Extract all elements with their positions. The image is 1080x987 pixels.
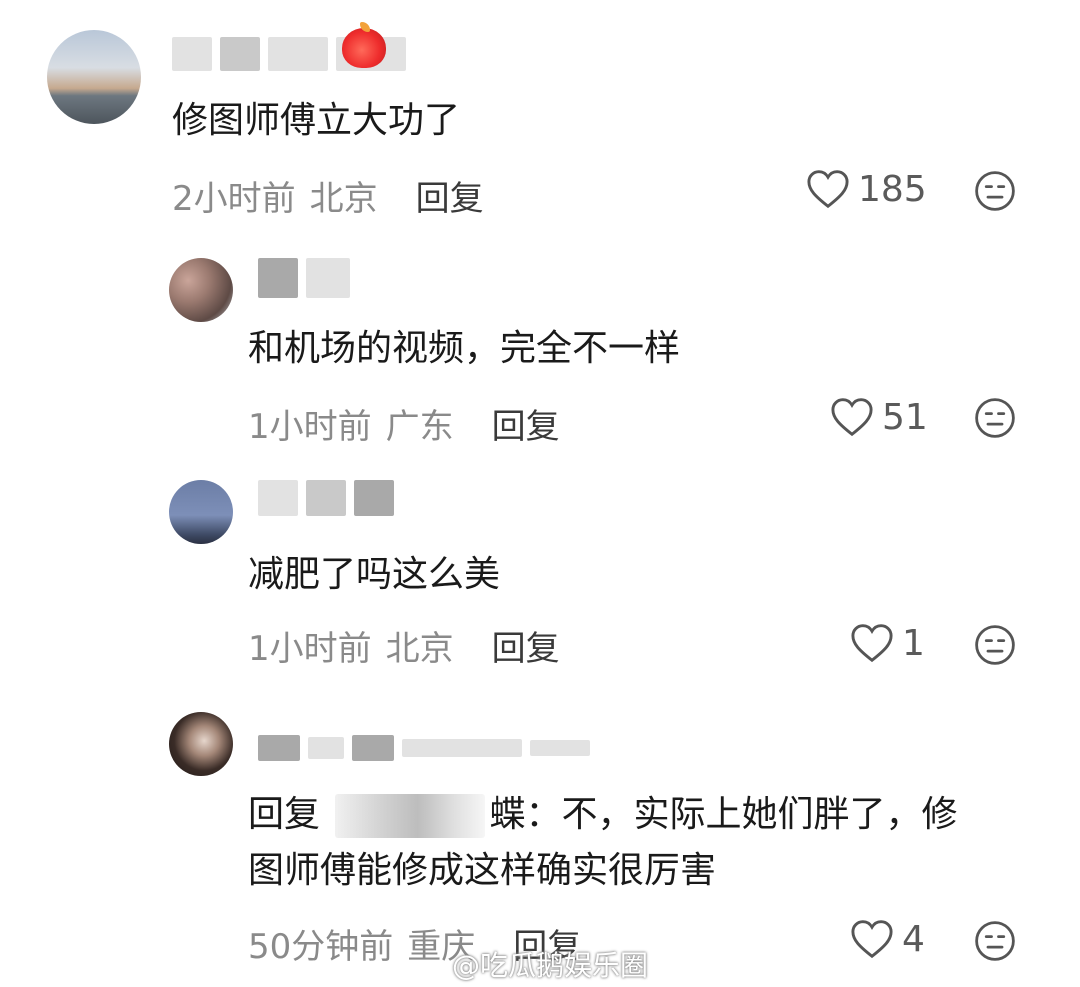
reply-button[interactable]: 回复 xyxy=(416,171,484,220)
heart-outline-icon xyxy=(831,398,873,437)
like-button[interactable]: 51 xyxy=(830,394,928,440)
comment-text: 修图师傅立大功了 xyxy=(172,100,461,141)
comment-text: 减肥了吗这么美 xyxy=(248,554,501,595)
comment-meta: 1小时前 广东 回复 xyxy=(248,399,560,448)
emoji-reaction-button[interactable] xyxy=(974,624,1016,666)
comment-time: 1小时前 xyxy=(248,406,372,447)
neutral-face-icon xyxy=(975,398,1015,438)
like-count: 4 xyxy=(902,918,925,960)
emoji-reaction-button[interactable] xyxy=(974,920,1016,962)
comment-meta: 2小时前 北京 回复 xyxy=(172,171,484,220)
like-button[interactable]: 1 xyxy=(850,620,925,666)
avatar[interactable] xyxy=(47,30,141,124)
comment-text: 和机场的视频，完全不一样 xyxy=(248,328,681,369)
comment-time: 2小时前 xyxy=(172,178,296,219)
watermark: @吃瓜鹅娱乐圈 xyxy=(452,949,649,982)
comment-text-line1: 回复 蝶：不，实际上她们胖了，修 xyxy=(248,788,958,842)
reply-button[interactable]: 回复 xyxy=(492,399,560,448)
neutral-face-icon xyxy=(975,921,1015,961)
neutral-face-icon xyxy=(975,625,1015,665)
reply-button[interactable]: 回复 xyxy=(492,621,560,670)
like-button[interactable]: 4 xyxy=(850,916,925,962)
mentioned-username-tail[interactable]: 蝶 xyxy=(489,794,525,835)
emoji-reaction-button[interactable] xyxy=(974,170,1016,212)
avatar[interactable] xyxy=(169,480,233,544)
level-badge-icon xyxy=(342,22,386,68)
comment-text: ：不，实际上她们胖了，修 xyxy=(525,794,958,835)
like-count: 185 xyxy=(858,168,927,210)
like-count: 51 xyxy=(882,396,928,438)
username-blurred[interactable] xyxy=(258,258,350,298)
heart-outline-icon xyxy=(851,624,893,663)
comment-location: 北京 xyxy=(309,178,378,219)
comment-location: 广东 xyxy=(385,406,454,447)
username-blurred[interactable] xyxy=(258,730,590,766)
comment-meta: 1小时前 北京 回复 xyxy=(248,621,560,670)
neutral-face-icon xyxy=(975,171,1015,211)
comment-text-line2: 图师傅能修成这样确实很厉害 xyxy=(248,850,717,891)
comment-location: 北京 xyxy=(385,628,454,669)
username-blurred[interactable] xyxy=(258,480,394,516)
comment-time: 1小时前 xyxy=(248,628,372,669)
like-count: 1 xyxy=(902,622,925,664)
avatar[interactable] xyxy=(169,258,233,322)
like-button[interactable]: 185 xyxy=(806,166,927,212)
heart-outline-icon xyxy=(807,170,849,209)
comment-time: 50分钟前 xyxy=(248,926,394,967)
reply-prefix: 回复 xyxy=(248,794,321,835)
emoji-reaction-button[interactable] xyxy=(974,397,1016,439)
mentioned-username-blurred[interactable] xyxy=(335,794,486,838)
avatar[interactable] xyxy=(169,712,233,776)
heart-outline-icon xyxy=(851,920,893,959)
